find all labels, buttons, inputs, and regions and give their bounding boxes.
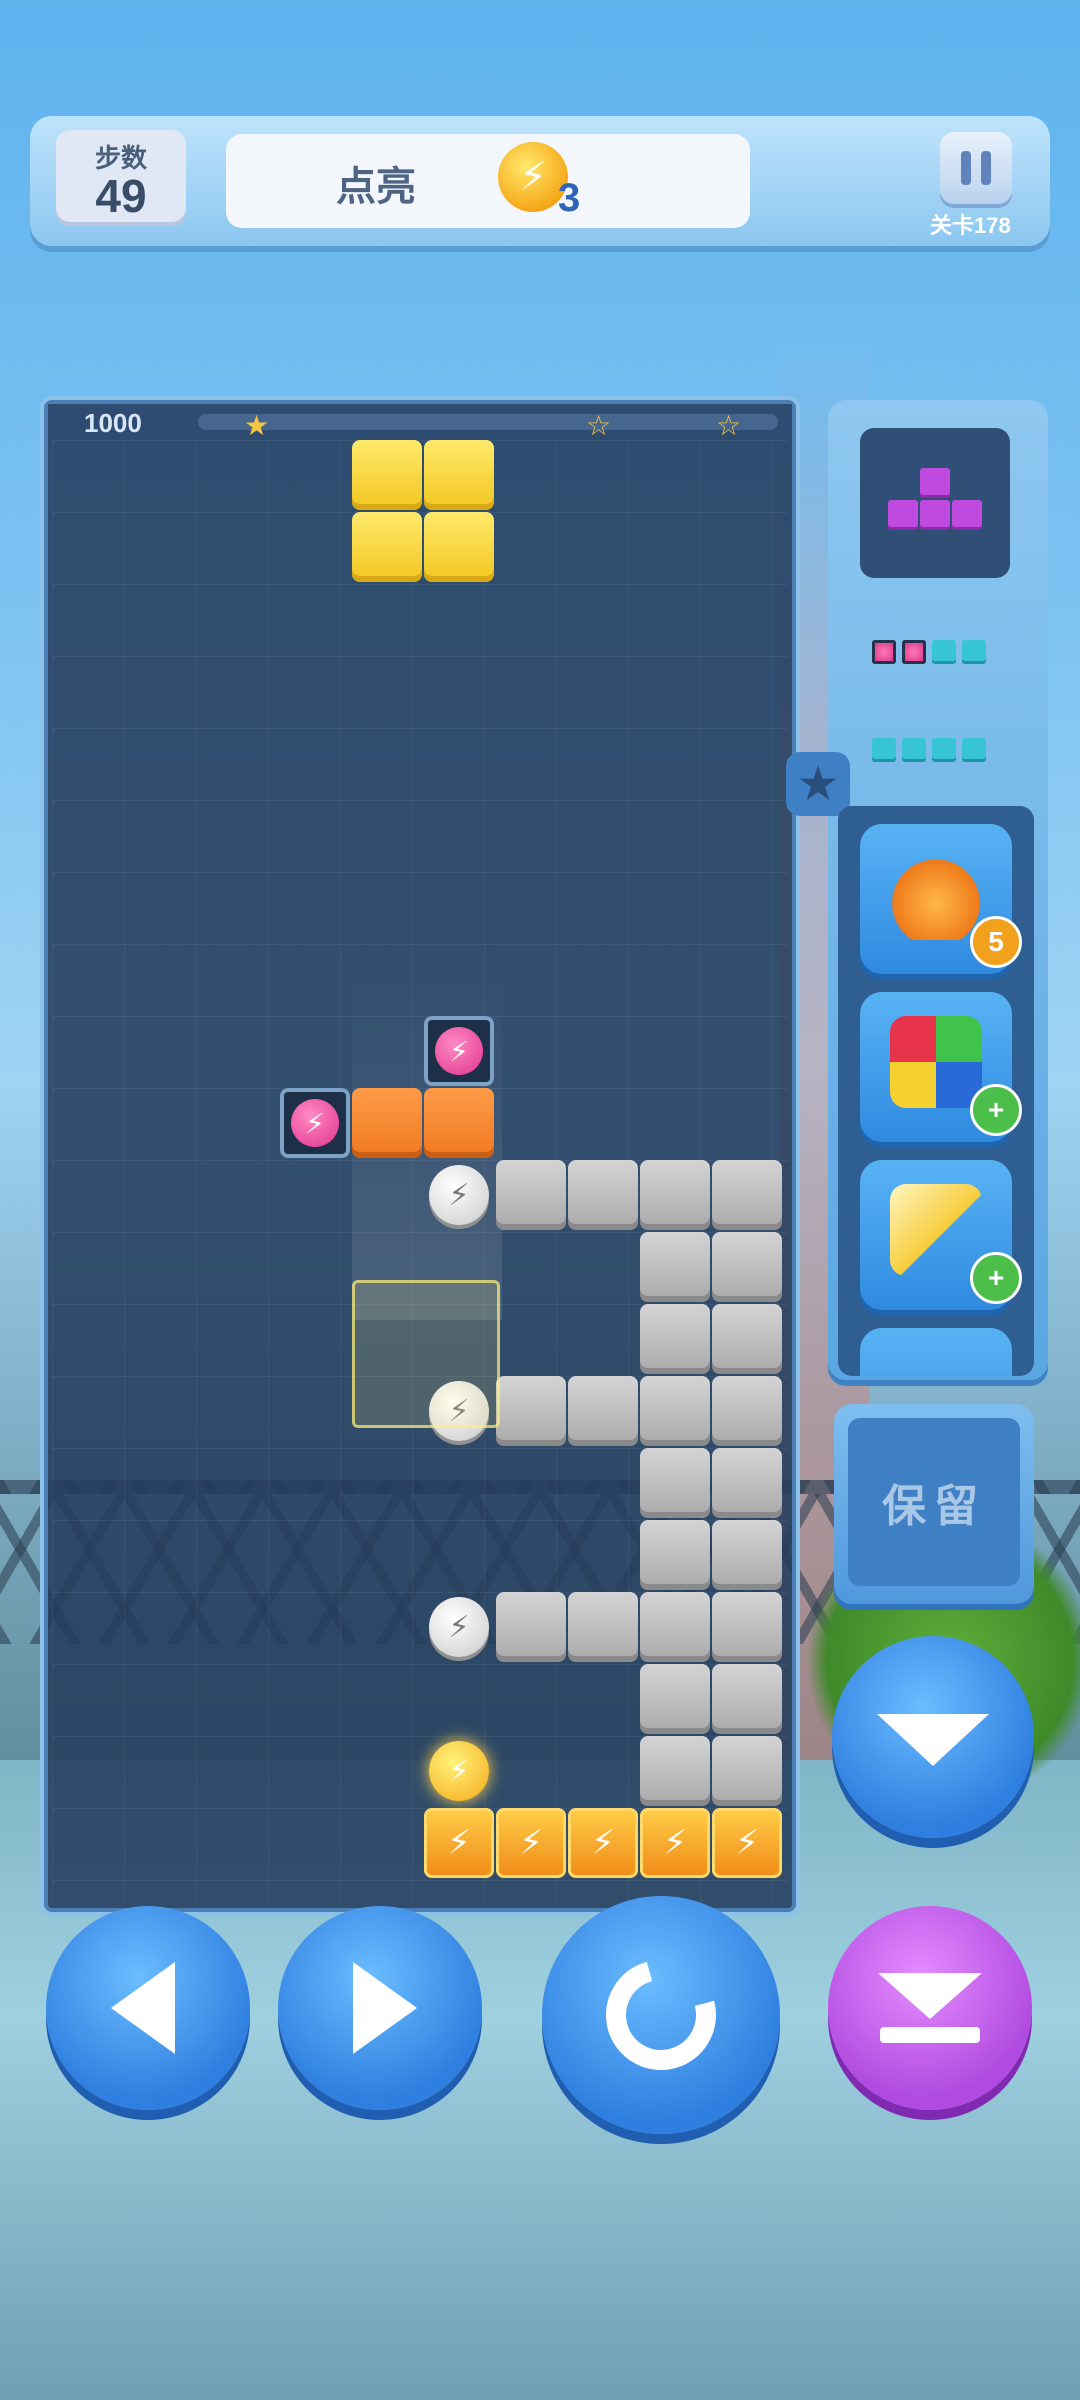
lightbulb-icon: ⚡ <box>429 1597 489 1657</box>
stone-block <box>712 1664 782 1734</box>
lightning-block: ⚡ <box>712 1808 782 1878</box>
stone-block <box>568 1376 638 1446</box>
lightning-gem-icon: ⚡ <box>291 1099 339 1147</box>
next-piece-block <box>952 500 982 530</box>
stone-block <box>640 1304 710 1374</box>
lightning-block: ⚡ <box>496 1808 566 1878</box>
arrow-down-icon <box>877 1714 989 1766</box>
add-tool-button[interactable]: + <box>970 1084 1022 1136</box>
orange-block <box>424 1088 494 1158</box>
add-tool-button[interactable]: + <box>970 1252 1022 1304</box>
move-right-button[interactable] <box>278 1906 482 2110</box>
hold-label: 保留 <box>882 1482 986 1531</box>
stone-block <box>712 1304 782 1374</box>
stone-block <box>640 1664 710 1734</box>
gem-block: ⚡ <box>424 1016 494 1086</box>
stone-block <box>496 1592 566 1662</box>
moves-value: 49 <box>95 170 147 222</box>
orange-block <box>352 1088 422 1158</box>
arrow-left-icon <box>111 1962 175 2054</box>
rotate-button[interactable] <box>542 1896 780 2134</box>
pause-button[interactable] <box>940 132 1012 204</box>
stone-block <box>640 1736 710 1806</box>
move-left-button[interactable] <box>46 1906 250 2110</box>
falling-block <box>424 512 494 582</box>
falling-block <box>352 512 422 582</box>
stone-block <box>568 1592 638 1662</box>
stone-block <box>640 1160 710 1230</box>
level-goal: 点亮 ⚡ 3 <box>226 134 750 228</box>
star-icon: ★ <box>244 410 270 441</box>
stone-block <box>640 1376 710 1446</box>
blocks-icon <box>890 1016 982 1108</box>
star-tab-icon[interactable]: ★ <box>786 752 850 816</box>
stone-block <box>496 1376 566 1446</box>
stone-block <box>640 1592 710 1662</box>
stone-block <box>712 1520 782 1590</box>
lightbulb-icon: ⚡ <box>429 1741 489 1801</box>
soft-drop-button[interactable] <box>832 1636 1034 1838</box>
level-label: 关卡178 <box>930 213 1011 238</box>
tool-undo-potion[interactable]: 5 <box>860 824 1022 974</box>
stone-block <box>712 1376 782 1446</box>
falling-block <box>424 440 494 510</box>
stone-block <box>640 1232 710 1302</box>
stone-block <box>496 1160 566 1230</box>
next-piece <box>860 428 1010 578</box>
hard-drop-icon <box>878 1973 982 2043</box>
tool-color-blocks[interactable]: + <box>860 992 1022 1142</box>
stone-block <box>712 1160 782 1230</box>
lightning-gem-icon: ⚡ <box>435 1027 483 1075</box>
lightbulb-target: ⚡ <box>424 1160 494 1230</box>
rotate-icon <box>585 1939 737 2091</box>
next-piece-block <box>920 468 950 498</box>
stone-block <box>712 1592 782 1662</box>
lightbulb-target: ⚡ <box>424 1592 494 1662</box>
lightning-block: ⚡ <box>568 1808 638 1878</box>
score-value: 1000 <box>84 408 142 438</box>
score-progress-bar: ★ ☆ ☆ <box>198 412 778 440</box>
game-board: 1000 ★ ☆ ☆ ⚡ ⚡ ⚡ ⚡ ⚡ ⚡ ⚡ ⚡ ⚡ ⚡ ⚡ <box>44 400 796 1912</box>
tools-list[interactable]: 5 + + <box>838 806 1034 1376</box>
score-progress: 1000 ★ ☆ ☆ <box>48 404 792 440</box>
landing-preview <box>352 1280 500 1428</box>
next-piece-block <box>920 500 950 530</box>
stone-block <box>640 1448 710 1518</box>
arrow-right-icon <box>353 1962 417 2054</box>
lit-lightbulb: ⚡ <box>424 1736 494 1806</box>
stone-block <box>712 1448 782 1518</box>
hold-button[interactable]: 保留 <box>834 1404 1034 1604</box>
star-icon: ☆ <box>586 410 612 441</box>
potion-icon <box>890 848 982 940</box>
tool-count-badge: 5 <box>970 916 1022 968</box>
tool-paper-plane[interactable]: + <box>860 1160 1022 1310</box>
lightning-block: ⚡ <box>640 1808 710 1878</box>
tool-more[interactable] <box>860 1328 1012 1376</box>
lightbulb-icon: ⚡ <box>429 1165 489 1225</box>
stone-block <box>640 1520 710 1590</box>
goal-count: 3 <box>558 176 581 220</box>
hard-drop-button[interactable] <box>828 1906 1032 2110</box>
next-piece-block <box>888 500 918 530</box>
lightning-block: ⚡ <box>424 1808 494 1878</box>
stone-block <box>568 1160 638 1230</box>
star-icon: ☆ <box>716 410 742 441</box>
goal-label: 点亮 <box>336 165 416 209</box>
pause-icon <box>961 151 971 185</box>
board-grid: ⚡ ⚡ ⚡ ⚡ ⚡ ⚡ ⚡ ⚡ ⚡ ⚡ ⚡ <box>52 440 788 1904</box>
paper-plane-icon <box>890 1184 982 1276</box>
stone-block <box>712 1232 782 1302</box>
stone-block <box>712 1736 782 1806</box>
moves-counter: 步数 49 <box>56 130 186 226</box>
gem-block: ⚡ <box>280 1088 350 1158</box>
falling-block <box>352 440 422 510</box>
